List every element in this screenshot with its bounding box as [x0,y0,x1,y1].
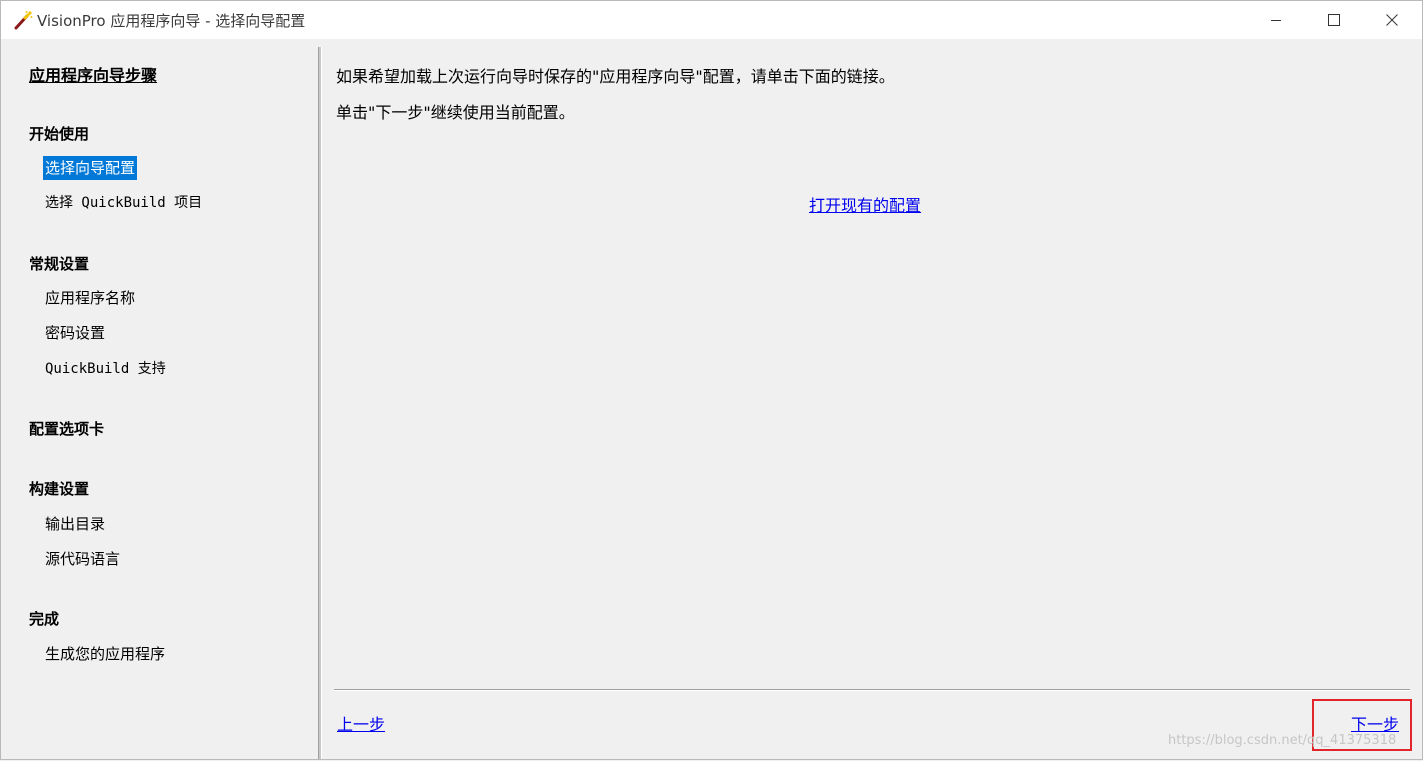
maximize-icon [1328,14,1340,26]
magic-wand-icon [13,10,33,30]
content-area: 如果希望加载上次运行向导时保存的"应用程序向导"配置，请单击下面的链接。 单击"… [322,39,1422,759]
previous-button[interactable]: 上一步 [337,711,385,735]
step-item-application-name[interactable]: 应用程序名称 [45,287,135,308]
step-group-general-settings: 常规设置 [29,255,90,273]
steps-panel: 应用程序向导步骤 开始使用 选择向导配置 选择 QuickBuild 项目 常规… [1,39,318,759]
close-icon [1386,14,1398,26]
minimize-button[interactable] [1247,1,1305,39]
step-item-quickbuild-support[interactable]: QuickBuild 支持 [45,358,166,378]
steps-heading: 应用程序向导步骤 [29,66,158,85]
minimize-icon [1270,14,1282,26]
instruction-line-2: 单击"下一步"继续使用当前配置。 [336,103,575,122]
instruction-line-1: 如果希望加载上次运行向导时保存的"应用程序向导"配置，请单击下面的链接。 [336,67,895,86]
footer-separator [334,689,1410,691]
watermark: https://blog.csdn.net/qq_41375318 [1168,733,1397,748]
step-group-config-tabs[interactable]: 配置选项卡 [29,418,104,439]
step-item-select-quickbuild-project[interactable]: 选择 QuickBuild 项目 [45,192,202,212]
wizard-window: VisionPro 应用程序向导 - 选择向导配置 应用程序向导步骤 开始使用 … [0,0,1423,760]
next-button[interactable]: 下一步 [1351,711,1399,735]
step-item-output-directory[interactable]: 输出目录 [45,513,105,534]
window-title: VisionPro 应用程序向导 - 选择向导配置 [37,12,306,30]
close-button[interactable] [1363,1,1421,39]
step-item-select-wizard-config[interactable]: 选择向导配置 [43,156,138,180]
step-group-getting-started: 开始使用 [29,125,90,143]
step-item-generate-application[interactable]: 生成您的应用程序 [45,643,165,664]
step-group-build-settings: 构建设置 [29,480,90,498]
step-item-source-language[interactable]: 源代码语言 [45,548,120,569]
step-item-password-settings[interactable]: 密码设置 [45,322,105,343]
maximize-button[interactable] [1305,1,1363,39]
step-group-finish: 完成 [29,610,60,628]
title-bar[interactable]: VisionPro 应用程序向导 - 选择向导配置 [1,1,1422,39]
open-existing-config-link[interactable]: 打开现有的配置 [809,192,921,216]
